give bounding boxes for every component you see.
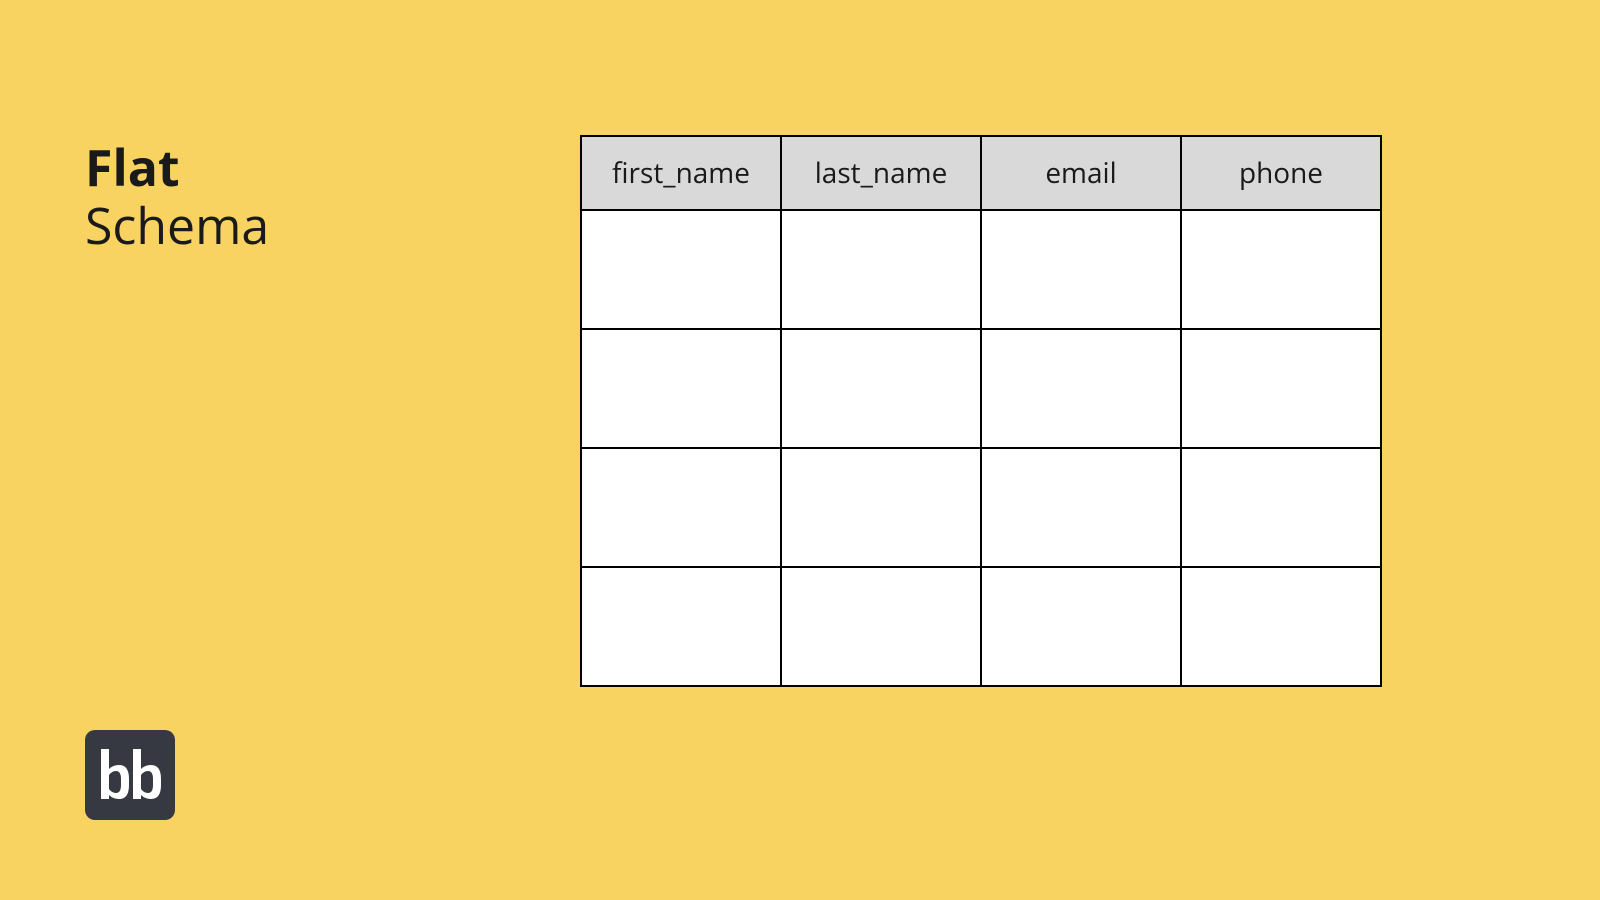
table-row: [581, 448, 1381, 567]
column-header-first-name: first_name: [581, 136, 781, 210]
table-cell: [1181, 329, 1381, 448]
table-cell: [1181, 567, 1381, 686]
flat-schema-table: first_name last_name email phone: [580, 135, 1382, 687]
table-cell: [781, 448, 981, 567]
table-cell: [581, 210, 781, 329]
column-header-last-name: last_name: [781, 136, 981, 210]
title-line-2: Schema: [85, 195, 269, 255]
table-cell: [1181, 210, 1381, 329]
table-cell: [1181, 448, 1381, 567]
table-cell: [781, 329, 981, 448]
table-cell: [581, 567, 781, 686]
title-line-1: Flat: [85, 140, 269, 195]
table-cell: [781, 567, 981, 686]
column-header-email: email: [981, 136, 1181, 210]
table-row: [581, 329, 1381, 448]
table-cell: [781, 210, 981, 329]
brand-logo: [85, 730, 175, 820]
column-header-phone: phone: [1181, 136, 1381, 210]
table-cell: [581, 329, 781, 448]
table-cell: [981, 210, 1181, 329]
table-cell: [981, 329, 1181, 448]
table-cell: [581, 448, 781, 567]
bb-logo-icon: [97, 749, 163, 801]
table-row: [581, 567, 1381, 686]
table-header-row: first_name last_name email phone: [581, 136, 1381, 210]
slide-title: Flat Schema: [85, 140, 269, 255]
table-row: [581, 210, 1381, 329]
table-cell: [981, 448, 1181, 567]
table-cell: [981, 567, 1181, 686]
